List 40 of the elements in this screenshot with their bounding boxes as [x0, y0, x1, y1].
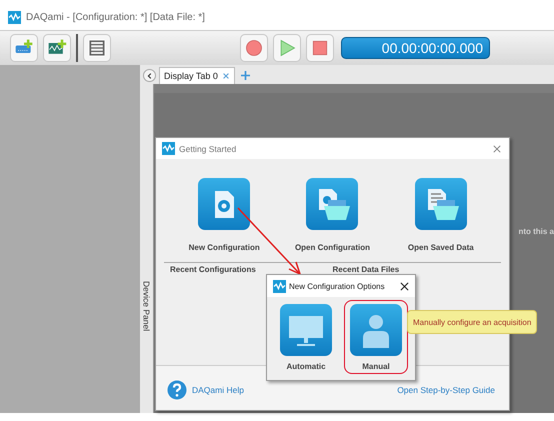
tile-button[interactable]: [280, 304, 332, 356]
stop-button[interactable]: [306, 34, 334, 62]
channel-list-button[interactable]: [83, 34, 111, 62]
tooltip: Manually configure an acquisition: [407, 310, 538, 334]
play-button[interactable]: [273, 34, 301, 62]
section-heading: Recent Configurations: [170, 265, 257, 274]
add-device-button[interactable]: [10, 34, 38, 62]
tile-button[interactable]: [306, 178, 358, 230]
tile-button[interactable]: [198, 178, 250, 230]
app-logo-icon: [273, 280, 286, 292]
tab-label: Display Tab 0: [164, 71, 218, 81]
stop-icon: [310, 38, 330, 58]
list-icon: [87, 38, 107, 58]
app-logo-icon: [162, 142, 175, 155]
action-label[interactable]: Open Configuration: [294, 243, 370, 252]
chevron-left-icon: [146, 72, 154, 80]
tile-button[interactable]: [414, 178, 467, 230]
help-icon[interactable]: [167, 380, 187, 400]
device-panel-tab[interactable]: Device Panel: [140, 84, 154, 413]
close-icon[interactable]: [400, 282, 409, 290]
elapsed-timer: 00.00:00:00.000: [341, 37, 490, 59]
record-icon: [244, 38, 264, 58]
window-title: DAQami - [Configuration: *] [Data File: *]: [26, 12, 205, 22]
add-display-button[interactable]: [43, 34, 71, 62]
tile-button[interactable]: [350, 304, 402, 356]
app-logo-icon: [8, 10, 21, 24]
add-tab-icon[interactable]: [240, 71, 250, 80]
dialog-title: New Configuration Options: [289, 282, 386, 290]
option-label[interactable]: Automatic: [286, 362, 326, 371]
record-button[interactable]: [240, 34, 268, 62]
drop-hint: nto this a: [518, 226, 554, 236]
display-tab[interactable]: Display Tab 0: [159, 67, 235, 84]
guide-link[interactable]: Open Step-by-Step Guide: [397, 385, 495, 395]
dialog-title: Getting Started: [179, 144, 238, 154]
help-link[interactable]: DAQami Help: [192, 385, 244, 395]
scroll-left-button[interactable]: [143, 69, 156, 82]
action-label[interactable]: New Configuration: [188, 243, 260, 252]
action-label[interactable]: Open Saved Data: [408, 243, 474, 252]
option-label[interactable]: Manual: [362, 362, 390, 371]
section-heading: Recent Data Files: [332, 265, 400, 274]
